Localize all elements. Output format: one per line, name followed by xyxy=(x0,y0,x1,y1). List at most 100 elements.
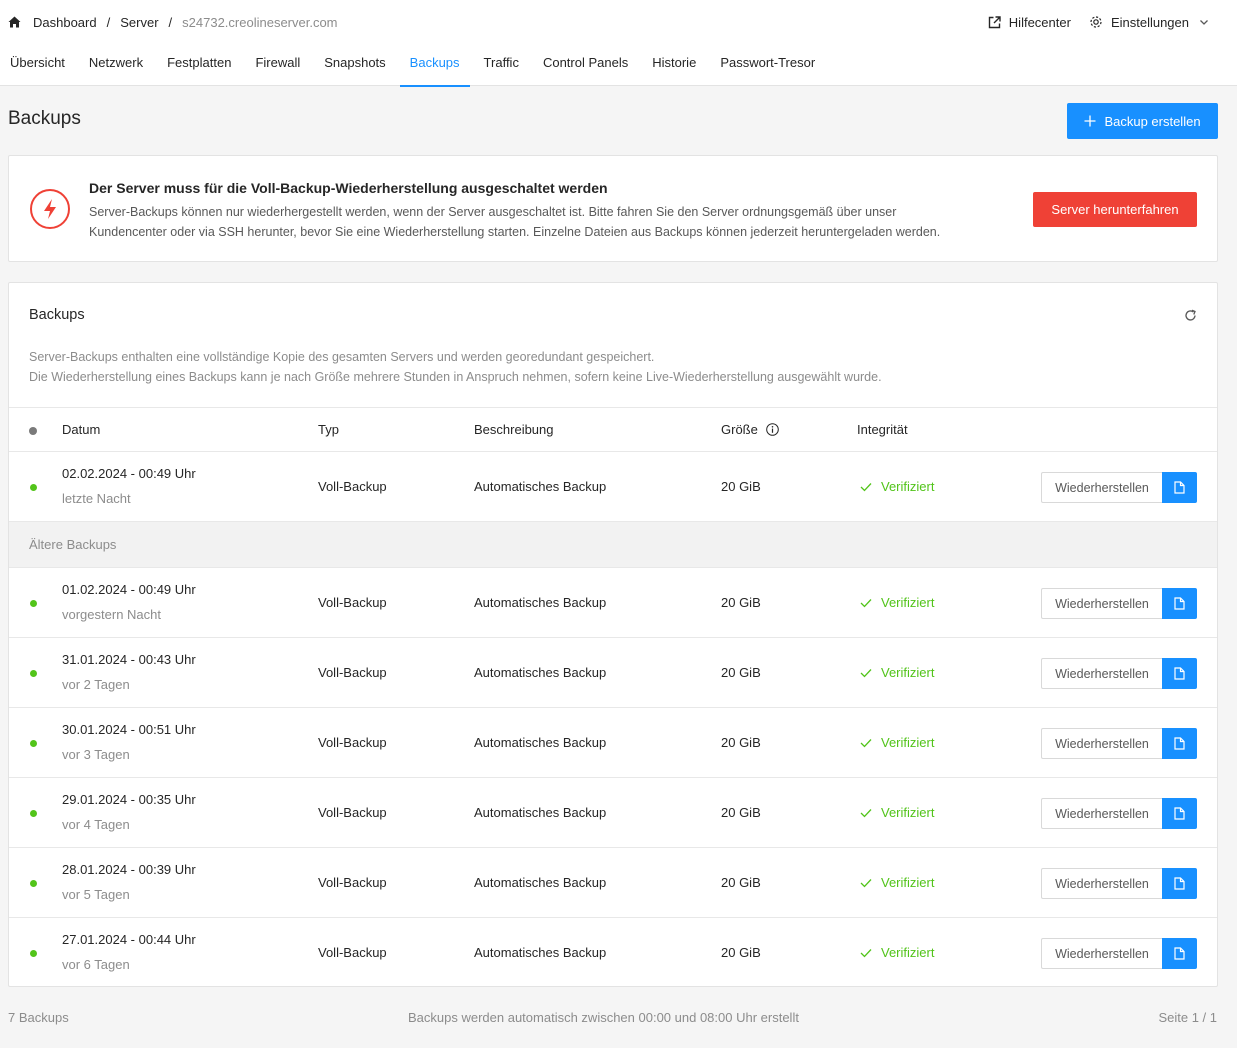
check-icon xyxy=(860,598,872,607)
integrity-label: Verifiziert xyxy=(881,665,935,680)
breadcrumb-server[interactable]: Server xyxy=(120,15,158,30)
backup-type: Voll-Backup xyxy=(318,665,387,680)
backup-count: 7 Backups xyxy=(8,1010,69,1025)
alert-title: Der Server muss für die Voll-Backup-Wied… xyxy=(89,180,608,196)
check-icon xyxy=(860,668,872,677)
backup-description: Automatisches Backup xyxy=(474,735,607,750)
file-icon xyxy=(1174,947,1185,960)
older-backups-label: Ältere Backups xyxy=(29,537,117,552)
column-header-size-label: Größe xyxy=(721,422,758,437)
settings-label: Einstellungen xyxy=(1110,14,1189,30)
integrity-status: Verifiziert xyxy=(860,735,934,750)
shutdown-alert: Der Server muss für die Voll-Backup-Wied… xyxy=(8,155,1218,262)
restore-button[interactable]: Wiederherstellen xyxy=(1041,938,1162,969)
restore-button[interactable]: Wiederherstellen xyxy=(1041,798,1162,829)
column-header-integrity: Integrität xyxy=(857,422,908,437)
restore-button[interactable]: Wiederherstellen xyxy=(1041,588,1162,619)
file-icon xyxy=(1174,877,1185,890)
card-description-line: Die Wiederherstellung eines Backups kann… xyxy=(29,370,882,384)
backup-type: Voll-Backup xyxy=(318,805,387,820)
file-icon xyxy=(1174,597,1185,610)
integrity-label: Verifiziert xyxy=(881,735,935,750)
row-actions: Wiederherstellen xyxy=(1041,472,1197,503)
integrity-label: Verifiziert xyxy=(881,805,935,820)
integrity-label: Verifiziert xyxy=(881,875,935,890)
tab-backups[interactable]: Backups xyxy=(399,50,470,87)
restore-button[interactable]: Wiederherstellen xyxy=(1041,472,1162,503)
download-file-button[interactable] xyxy=(1162,728,1197,759)
file-icon xyxy=(1174,481,1185,494)
card-description: Server-Backups enthalten eine vollständi… xyxy=(29,347,882,387)
gear-icon xyxy=(1090,16,1102,28)
backup-date: 01.02.2024 - 00:49 Uhr xyxy=(62,582,196,597)
breadcrumb: Dashboard / Server / s24732.creolineserv… xyxy=(8,12,338,32)
table-row: 02.02.2024 - 00:49 Uhr letzte Nacht Voll… xyxy=(9,452,1217,522)
top-links: Hilfecenter Einstellungen xyxy=(970,12,1217,32)
table-row: 31.01.2024 - 00:43 Uhr vor 2 Tagen Voll-… xyxy=(9,638,1217,708)
breadcrumb-separator: / xyxy=(168,14,173,30)
refresh-icon[interactable] xyxy=(1184,309,1197,322)
backup-description: Automatisches Backup xyxy=(474,945,607,960)
download-file-button[interactable] xyxy=(1162,938,1197,969)
settings-menu[interactable]: Einstellungen xyxy=(1089,15,1217,30)
backup-date: 29.01.2024 - 00:35 Uhr xyxy=(62,792,196,807)
download-file-button[interactable] xyxy=(1162,868,1197,899)
status-dot xyxy=(30,880,37,887)
check-icon xyxy=(860,878,872,887)
breadcrumb-hostname: s24732.creolineserver.com xyxy=(182,14,338,30)
restore-button[interactable]: Wiederherstellen xyxy=(1041,658,1162,689)
check-icon xyxy=(860,482,872,491)
shutdown-server-button[interactable]: Server herunterfahren xyxy=(1033,192,1197,227)
download-file-button[interactable] xyxy=(1162,588,1197,619)
download-file-button[interactable] xyxy=(1162,472,1197,503)
tab-netzwerk[interactable]: Netzwerk xyxy=(79,50,153,86)
row-actions: Wiederherstellen xyxy=(1041,588,1197,619)
tab-traffic[interactable]: Traffic xyxy=(474,50,529,86)
info-icon[interactable] xyxy=(766,423,779,436)
integrity-status: Verifiziert xyxy=(860,479,934,494)
create-backup-label: Backup erstellen xyxy=(1104,113,1201,129)
create-backup-button[interactable]: Backup erstellen xyxy=(1067,103,1218,139)
card-title: Backups xyxy=(29,307,85,323)
download-file-button[interactable] xyxy=(1162,798,1197,829)
tab-firewall[interactable]: Firewall xyxy=(245,50,310,86)
backup-date: 28.01.2024 - 00:39 Uhr xyxy=(62,862,196,877)
older-backups-section: Ältere Backups xyxy=(9,522,1217,568)
column-header-type: Typ xyxy=(318,422,339,437)
tab-historie[interactable]: Historie xyxy=(642,50,706,86)
integrity-label: Verifiziert xyxy=(881,479,935,494)
tab-control-panels[interactable]: Control Panels xyxy=(533,50,638,86)
download-file-button[interactable] xyxy=(1162,658,1197,689)
breadcrumb-dashboard[interactable]: Dashboard xyxy=(33,15,97,30)
backup-size: 20 GiB xyxy=(721,875,761,890)
column-header-description: Beschreibung xyxy=(474,422,554,437)
row-actions: Wiederherstellen xyxy=(1041,798,1197,829)
integrity-label: Verifiziert xyxy=(881,945,935,960)
backup-date: 30.01.2024 - 00:51 Uhr xyxy=(62,722,196,737)
tab-passwort-tresor[interactable]: Passwort-Tresor xyxy=(710,50,825,86)
pagination: Seite 1 / 1 xyxy=(1158,1010,1217,1025)
check-icon xyxy=(860,948,872,957)
tab-uebersicht[interactable]: Übersicht xyxy=(0,50,75,86)
restore-button[interactable]: Wiederherstellen xyxy=(1041,728,1162,759)
top-bar: Dashboard / Server / s24732.creolineserv… xyxy=(0,0,1237,87)
status-dot-header xyxy=(29,427,37,435)
status-dot xyxy=(30,950,37,957)
status-dot xyxy=(30,600,37,607)
table-row: 30.01.2024 - 00:51 Uhr vor 3 Tagen Voll-… xyxy=(9,708,1217,778)
status-dot xyxy=(30,670,37,677)
backup-type: Voll-Backup xyxy=(318,875,387,890)
status-dot xyxy=(30,740,37,747)
backup-date: 27.01.2024 - 00:44 Uhr xyxy=(62,932,196,947)
tab-snapshots[interactable]: Snapshots xyxy=(314,50,395,86)
home-icon[interactable] xyxy=(8,16,21,28)
table-row: 27.01.2024 - 00:44 Uhr vor 6 Tagen Voll-… xyxy=(9,918,1217,988)
help-center-link[interactable]: Hilfecenter xyxy=(988,15,1071,30)
status-dot xyxy=(30,484,37,491)
tab-festplatten[interactable]: Festplatten xyxy=(157,50,241,86)
backup-description: Automatisches Backup xyxy=(474,875,607,890)
backup-description: Automatisches Backup xyxy=(474,479,607,494)
restore-button[interactable]: Wiederherstellen xyxy=(1041,868,1162,899)
backup-description: Automatisches Backup xyxy=(474,595,607,610)
backup-size: 20 GiB xyxy=(721,945,761,960)
